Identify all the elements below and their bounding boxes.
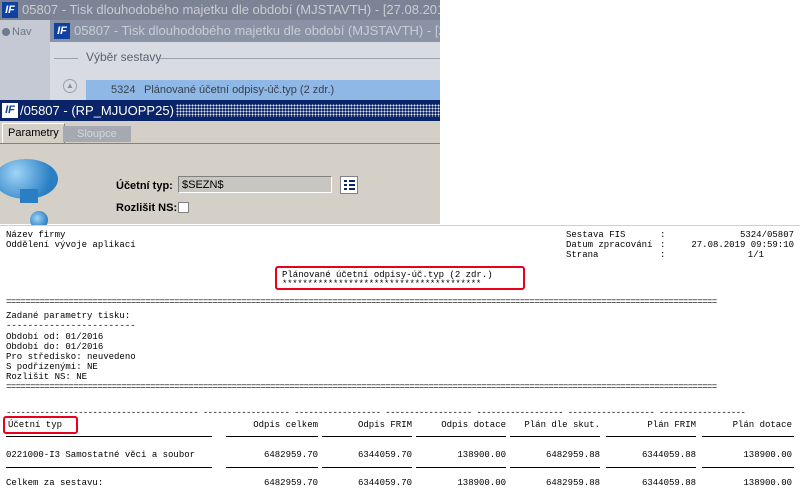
header-rule: [510, 436, 600, 437]
parameters-pane: Účetní typ: $SEZN$ Rozlišit NS:: [0, 144, 440, 229]
header-rule: [322, 436, 412, 437]
total-value: 6344059.70: [357, 478, 412, 488]
department-name: Oddělení vývoje aplikací: [6, 240, 136, 250]
meta-colon: :: [660, 250, 666, 260]
column-header: Odpis celkem: [253, 420, 318, 430]
section-label: Výběr sestavy: [86, 50, 162, 64]
total-value: 6482959.70: [263, 478, 318, 488]
nav-label: Nav: [12, 26, 32, 38]
dialog-title: /05807 - (RP_MJUOPP25): [20, 103, 174, 118]
meta-value: 5324/05807: [739, 230, 794, 240]
help-question-icon: [0, 159, 70, 229]
row-value: 6482959.70: [263, 450, 318, 460]
column-header: Plán dle skut.: [524, 420, 600, 430]
total-rule: [6, 467, 212, 468]
dialog-titlebar[interactable]: IF /05807 - (RP_MJUOPP25): [0, 100, 440, 121]
row-value: 6482959.88: [545, 450, 600, 460]
param-line: Období od: 01/2016: [6, 332, 104, 342]
company-name: Název firmy: [6, 230, 66, 240]
app-logo-icon: IF: [54, 23, 70, 39]
meta-label: Sestava FIS: [566, 230, 626, 240]
selected-report-row[interactable]: 5324 Plánované účetní odpisy-úč.typ (2 z…: [86, 80, 440, 100]
divider: [160, 58, 440, 59]
report-title-underline: ***************************************: [282, 279, 481, 289]
meta-value: 27.08.2019 09:59:10: [691, 240, 794, 250]
titlebar-pattern: [176, 104, 440, 117]
app-logo-icon: IF: [2, 103, 18, 118]
params-header: Zadané parametry tisku:: [6, 311, 131, 321]
total-rule: [510, 467, 600, 468]
nav-button[interactable]: Nav: [2, 26, 32, 38]
total-rule: [702, 467, 794, 468]
inner-window-title: 05807 - Tisk dlouhodobého majetku dle ob…: [74, 23, 440, 38]
separator-line: ========================================…: [6, 297, 717, 307]
meta-label: Datum zpracování: [566, 240, 653, 250]
column-header: Odpis FRIM: [357, 420, 412, 430]
tab-bar: Parametry Sloupce: [0, 123, 440, 144]
param-line: Pro středisko: neuvedeno: [6, 352, 136, 362]
tab-parametry[interactable]: Parametry: [2, 123, 65, 143]
divider: [54, 58, 78, 59]
row-value: 138900.00: [743, 450, 792, 460]
list-picker-icon[interactable]: [340, 176, 358, 194]
total-label: Celkem za sestavu:: [6, 478, 104, 488]
total-value: 6482959.88: [545, 478, 600, 488]
separator-line: ========================================…: [6, 382, 717, 392]
nav-dot-icon: [2, 28, 10, 36]
report-code: 5324: [111, 84, 136, 96]
param-line: S podřízenými: NE: [6, 362, 98, 372]
meta-colon: :: [660, 240, 666, 250]
report-selection-panel: Výběr sestavy ▲ 5324 Plánované účetní od…: [50, 42, 440, 100]
inner-window-titlebar[interactable]: IF 05807 - Tisk dlouhodobého majetku dle…: [50, 20, 440, 42]
total-rule: [226, 467, 318, 468]
nav-panel: Nav: [0, 20, 50, 100]
row-value: 138900.00: [457, 450, 506, 460]
header-rule: [606, 436, 696, 437]
meta-value: 1/1: [747, 250, 764, 260]
total-value: 6344059.88: [641, 478, 696, 488]
param-line: Období do: 01/2016: [6, 342, 104, 352]
tab-sloupce[interactable]: Sloupce: [63, 126, 131, 142]
params-underline: ------------------------: [6, 321, 136, 331]
total-rule: [606, 467, 696, 468]
header-rule: [416, 436, 506, 437]
total-rule: [322, 467, 412, 468]
table-top-line: ----------------------------------------…: [6, 408, 746, 418]
total-rule: [416, 467, 506, 468]
app-logo-icon: IF: [2, 2, 18, 18]
total-value: 138900.00: [743, 478, 792, 488]
parameters-dialog: IF /05807 - (RP_MJUOPP25) Parametry Slou…: [0, 100, 440, 229]
header-rule: [6, 436, 212, 437]
column-header: Odpis dotace: [441, 420, 506, 430]
row-value: 6344059.88: [641, 450, 696, 460]
report-name: Plánované účetní odpisy-úč.typ (2 zdr.): [144, 84, 335, 96]
meta-label: Strana: [566, 250, 599, 260]
rozlisit-ns-checkbox[interactable]: [178, 202, 189, 213]
collapse-icon[interactable]: ▲: [63, 79, 77, 93]
report-preview: Název firmy Oddělení vývoje aplikací Ses…: [0, 225, 800, 492]
column-header: Účetní typ: [8, 420, 63, 430]
header-rule: [702, 436, 794, 437]
background-window-title: 05807 - Tisk dlouhodobého majetku dle ob…: [22, 2, 440, 17]
row-value: 6344059.70: [357, 450, 412, 460]
param-line: Rozlišit NS: NE: [6, 372, 88, 382]
column-header: Plán FRIM: [647, 420, 696, 430]
column-header: Plán dotace: [732, 420, 792, 430]
header-rule: [226, 436, 318, 437]
rozlisit-ns-label: Rozlišit NS:: [116, 202, 178, 214]
total-value: 138900.00: [457, 478, 506, 488]
ucetni-typ-input[interactable]: $SEZN$: [178, 176, 332, 193]
ucetni-typ-label: Účetní typ:: [116, 180, 173, 192]
row-label: 0221000-I3 Samostatné věci a soubor: [6, 450, 196, 460]
meta-colon: :: [660, 230, 666, 240]
background-window: IF 05807 - Tisk dlouhodobého majetku dle…: [0, 0, 440, 100]
background-window-titlebar[interactable]: IF 05807 - Tisk dlouhodobého majetku dle…: [0, 0, 440, 20]
